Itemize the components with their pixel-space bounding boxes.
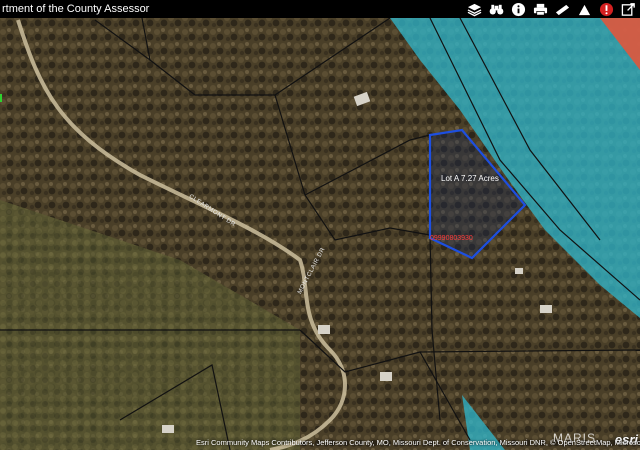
print-icon[interactable] — [532, 1, 548, 17]
map-attribution: Esri Community Maps Contributors, Jeffer… — [196, 438, 640, 447]
share-icon[interactable] — [620, 1, 636, 17]
parcel-id-label: 09990803930 — [430, 235, 473, 242]
upload-icon[interactable] — [576, 1, 592, 17]
layers-icon[interactable] — [466, 1, 482, 17]
alert-icon[interactable] — [598, 1, 614, 17]
aerial-map[interactable] — [0, 0, 640, 450]
edge-marker — [0, 94, 2, 102]
page-title: rtment of the County Assessor — [2, 3, 150, 15]
toolbar — [466, 0, 636, 18]
measure-icon[interactable] — [554, 1, 570, 17]
app-header: rtment of the County Assessor — [0, 0, 640, 18]
lot-label: Lot A 7.27 Acres — [441, 174, 499, 183]
info-icon[interactable] — [510, 1, 526, 17]
binoculars-icon[interactable] — [488, 1, 504, 17]
